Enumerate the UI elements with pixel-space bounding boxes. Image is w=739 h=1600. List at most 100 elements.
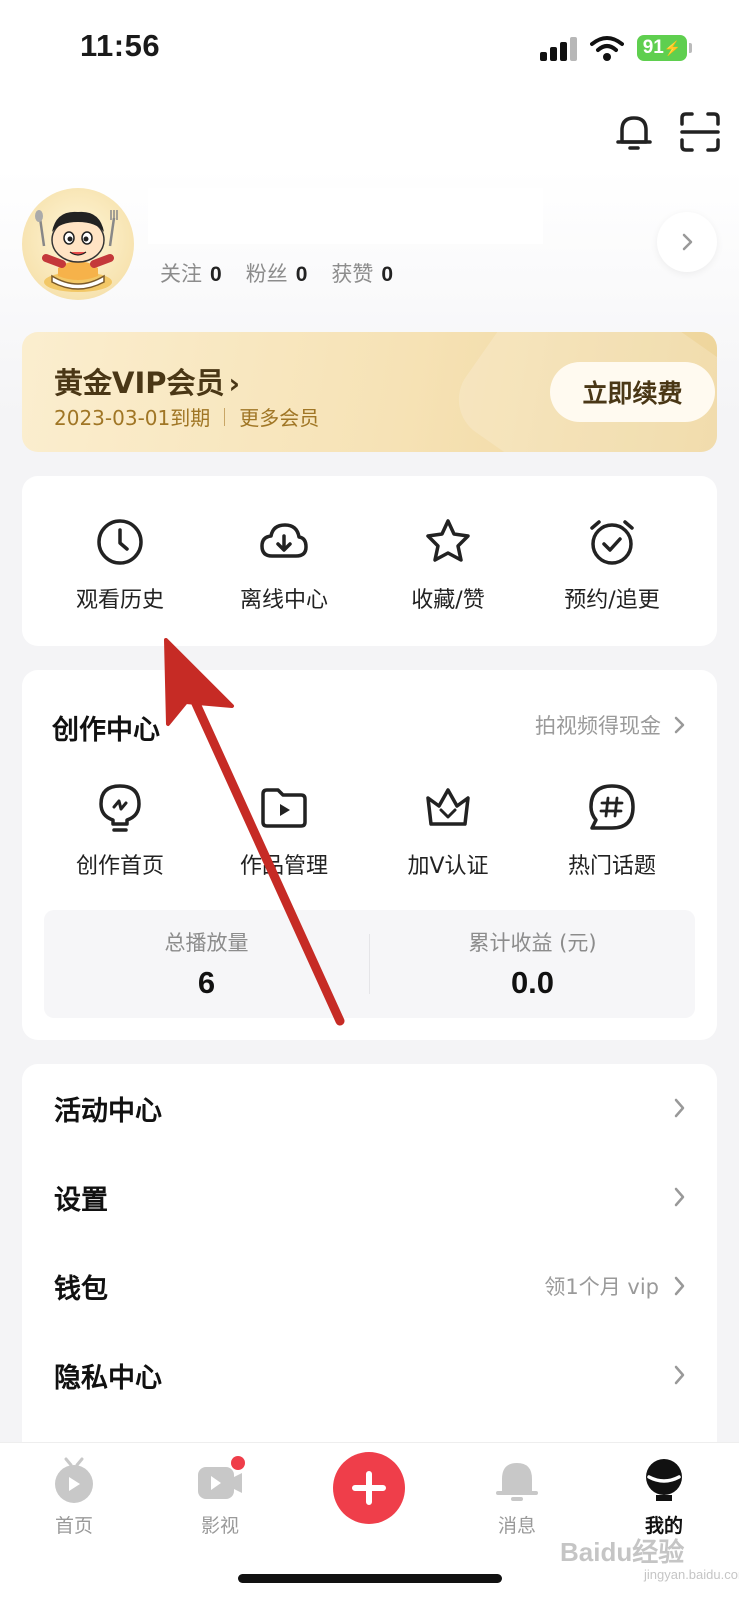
total-earnings[interactable]: 累计收益 (元) 0.0 bbox=[370, 910, 695, 1018]
bulb-icon bbox=[99, 784, 141, 832]
avatar[interactable] bbox=[22, 188, 134, 300]
menu-activity-center[interactable]: 活动中心 bbox=[22, 1064, 717, 1152]
stat-value: 6 bbox=[197, 965, 216, 1000]
vip-subtitle: 2023-03-01到期 更多会员 bbox=[54, 402, 319, 431]
stat-value: 0.0 bbox=[510, 965, 555, 1000]
menu-wallet[interactable]: 钱包 领1个月 vip bbox=[22, 1242, 717, 1330]
clock-icon bbox=[97, 519, 143, 565]
tab-home[interactable]: 首页 bbox=[24, 1455, 124, 1538]
crown-icon bbox=[426, 788, 470, 826]
quick-favorites[interactable]: 收藏/赞 bbox=[366, 516, 530, 614]
vip-expiry: 2023-03-01到期 bbox=[54, 406, 211, 430]
menu-label: 活动中心 bbox=[54, 1095, 162, 1127]
menu-settings[interactable]: 设置 bbox=[22, 1153, 717, 1241]
chevron-right-icon bbox=[674, 716, 685, 734]
watermark: Baidu经验 jingyan.baidu.com bbox=[560, 1532, 739, 1582]
stat-label: 累计收益 (元) bbox=[468, 931, 597, 955]
signal-icon bbox=[540, 37, 580, 61]
creator-label: 作品管理 bbox=[239, 854, 328, 879]
battery-tip bbox=[689, 43, 692, 53]
creator-label: 创作首页 bbox=[75, 854, 164, 879]
menu-list-card: 活动中心 设置 钱包 领1个月 vip 隐私中心 bbox=[22, 1064, 717, 1464]
quick-label: 离线中心 bbox=[239, 588, 328, 613]
home-tv-icon bbox=[55, 1457, 93, 1503]
stat-likes[interactable]: 获赞 0 bbox=[331, 258, 393, 288]
stat-following[interactable]: 关注 0 bbox=[160, 258, 222, 288]
creator-verify[interactable]: 加V认证 bbox=[366, 782, 530, 880]
total-plays[interactable]: 总播放量 6 bbox=[44, 910, 369, 1018]
status-bar: 11:56 91 ⚡ bbox=[0, 0, 739, 100]
creator-center-card: 创作中心 拍视频得现金 创作首页 作品管理 加V认证 热门话题 总播放量 6 累… bbox=[22, 670, 717, 1040]
stat-label: 关注 bbox=[160, 262, 202, 286]
creator-home[interactable]: 创作首页 bbox=[38, 782, 202, 880]
watermark-main: Baidu经验 bbox=[560, 1537, 685, 1567]
quick-reservations[interactable]: 预约/追更 bbox=[530, 516, 694, 614]
hashtag-icon bbox=[589, 784, 635, 830]
vip-title-text: 黄金VIP会员 bbox=[54, 366, 225, 400]
menu-label: 隐私中心 bbox=[54, 1362, 162, 1394]
creator-works[interactable]: 作品管理 bbox=[202, 782, 366, 880]
creator-title: 创作中心 bbox=[52, 715, 160, 746]
tab-profile[interactable]: 我的 bbox=[614, 1455, 714, 1538]
cloud-download-icon bbox=[260, 523, 308, 558]
avatar-illustration bbox=[35, 210, 118, 292]
home-indicator bbox=[238, 1574, 502, 1583]
stat-value: 0 bbox=[210, 263, 222, 286]
chevron-right-icon: › bbox=[228, 367, 241, 400]
scan-icon[interactable] bbox=[676, 108, 724, 156]
creator-label: 加V认证 bbox=[407, 854, 489, 879]
battery-icon: 91 ⚡ bbox=[637, 35, 687, 61]
divider bbox=[224, 407, 226, 426]
renew-button[interactable]: 立即续费 bbox=[550, 362, 715, 422]
chevron-right-icon bbox=[682, 233, 693, 251]
menu-label: 钱包 bbox=[54, 1273, 108, 1305]
profile-icon bbox=[646, 1459, 682, 1501]
vip-title[interactable]: 黄金VIP会员 › bbox=[54, 360, 240, 402]
stat-label: 粉丝 bbox=[245, 262, 288, 286]
chevron-right-icon bbox=[674, 1276, 685, 1296]
username-redacted bbox=[148, 188, 543, 244]
creator-stats: 总播放量 6 累计收益 (元) 0.0 bbox=[44, 910, 695, 1018]
chevron-right-icon bbox=[674, 1187, 685, 1207]
vip-card[interactable]: 黄金VIP会员 › 2023-03-01到期 更多会员 立即续费 bbox=[22, 332, 717, 452]
wifi-icon bbox=[590, 36, 624, 61]
tab-video[interactable]: 影视 bbox=[170, 1455, 270, 1538]
quick-label: 收藏/赞 bbox=[411, 588, 485, 613]
quick-label: 观看历史 bbox=[75, 588, 164, 613]
stat-label: 获赞 bbox=[331, 262, 374, 286]
quick-offline[interactable]: 离线中心 bbox=[202, 516, 366, 614]
tab-label: 消息 bbox=[497, 1515, 536, 1537]
stat-followers[interactable]: 粉丝 0 bbox=[246, 258, 308, 288]
star-icon bbox=[426, 519, 470, 562]
video-icon bbox=[198, 1456, 245, 1499]
quick-label: 预约/追更 bbox=[564, 588, 660, 613]
more-membership-link[interactable]: 更多会员 bbox=[239, 402, 319, 431]
quick-actions-card: 观看历史 离线中心 收藏/赞 预约/追更 bbox=[22, 476, 717, 646]
stat-value: 0 bbox=[381, 263, 394, 286]
create-plus-button[interactable] bbox=[333, 1452, 405, 1524]
chevron-right-icon bbox=[674, 1098, 685, 1118]
tab-messages[interactable]: 消息 bbox=[467, 1455, 567, 1538]
menu-label: 设置 bbox=[54, 1184, 108, 1216]
creator-more-link[interactable]: 拍视频得现金 bbox=[535, 710, 687, 740]
menu-privacy-center[interactable]: 隐私中心 bbox=[22, 1331, 717, 1419]
stat-label: 总播放量 bbox=[164, 931, 249, 955]
tab-label: 首页 bbox=[54, 1515, 93, 1537]
profile-detail-button[interactable] bbox=[657, 212, 717, 272]
message-bell-icon bbox=[496, 1463, 538, 1501]
video-folder-icon bbox=[261, 788, 307, 828]
status-time: 11:56 bbox=[80, 28, 161, 63]
battery-level: 91 bbox=[642, 37, 664, 58]
chevron-right-icon bbox=[674, 1365, 685, 1385]
profile-stats: 关注 0 粉丝 0 获赞 0 bbox=[160, 258, 393, 288]
quick-history[interactable]: 观看历史 bbox=[38, 516, 202, 614]
tab-label: 影视 bbox=[200, 1515, 239, 1537]
creator-more-text: 拍视频得现金 bbox=[535, 714, 661, 738]
creator-label: 热门话题 bbox=[567, 854, 656, 879]
creator-topics[interactable]: 热门话题 bbox=[530, 782, 694, 880]
watermark-sub: jingyan.baidu.com bbox=[644, 1567, 739, 1582]
stat-value: 0 bbox=[295, 263, 308, 286]
alarm-clock-icon bbox=[590, 520, 634, 565]
notification-bell-icon[interactable] bbox=[610, 108, 658, 156]
plus-icon bbox=[352, 1471, 386, 1505]
